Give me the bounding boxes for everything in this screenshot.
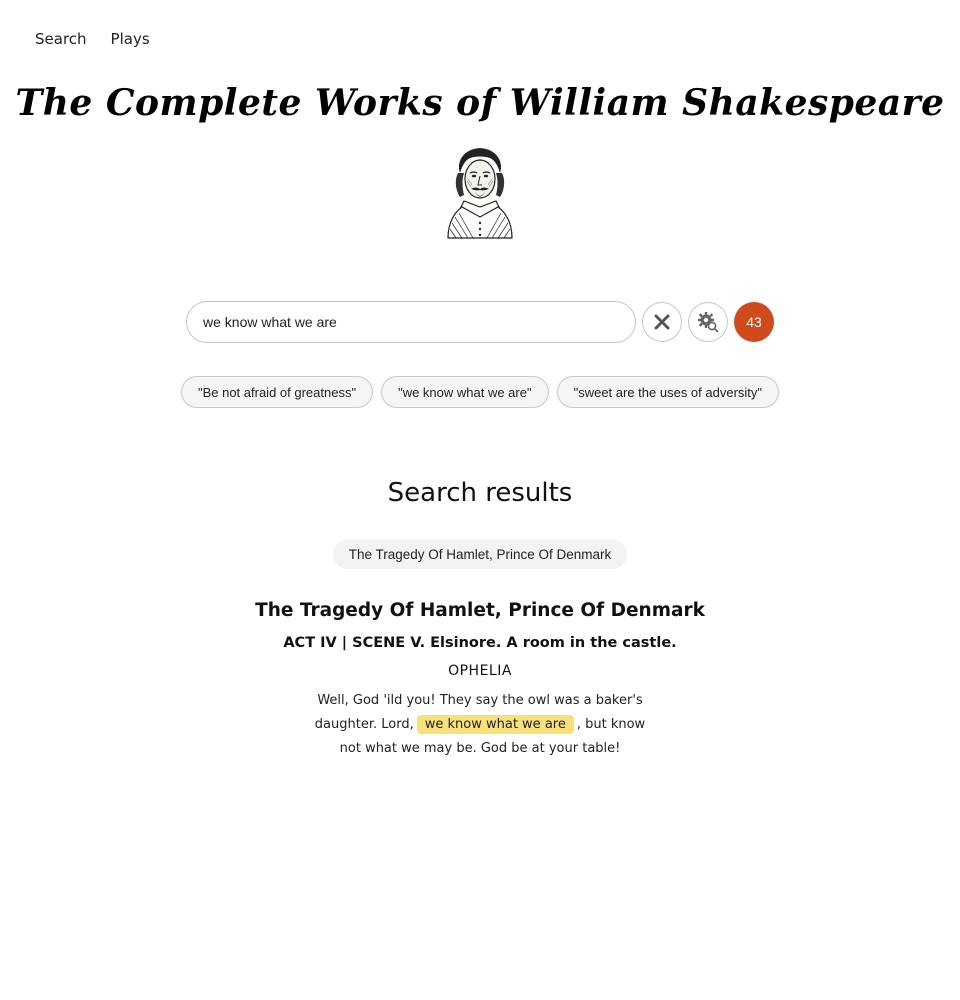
suggestion-chip[interactable]: "we know what we are" bbox=[381, 376, 549, 408]
search-settings-icon bbox=[698, 312, 719, 333]
nav-search-link[interactable]: Search bbox=[35, 30, 87, 48]
result-quote: Well, God 'ild you! They say the owl was… bbox=[310, 689, 650, 761]
search-settings-button[interactable] bbox=[688, 302, 728, 342]
result-play-title: The Tragedy Of Hamlet, Prince Of Denmark bbox=[255, 600, 705, 621]
suggestion-chips: "Be not afraid of greatness" "we know wh… bbox=[0, 376, 960, 408]
suggestion-chip[interactable]: "Be not afraid of greatness" bbox=[180, 376, 374, 408]
top-nav: Search Plays bbox=[35, 30, 150, 48]
nav-plays-link[interactable]: Plays bbox=[111, 30, 150, 48]
search-bar: 43 bbox=[186, 301, 774, 343]
search-result: The Tragedy Of Hamlet, Prince Of Denmark… bbox=[0, 600, 960, 761]
play-filter-row: The Tragedy Of Hamlet, Prince Of Denmark bbox=[0, 539, 960, 569]
quote-highlight: we know what we are bbox=[416, 715, 574, 734]
search-input[interactable] bbox=[186, 301, 636, 343]
clear-search-button[interactable] bbox=[642, 302, 682, 342]
result-scene: ACT IV | SCENE V. Elsinore. A room in th… bbox=[283, 635, 677, 651]
result-speaker: OPHELIA bbox=[448, 663, 512, 679]
result-count-badge: 43 bbox=[734, 302, 774, 342]
site-title: The Complete Works of William Shakespear… bbox=[15, 82, 945, 124]
play-filter-chip[interactable]: The Tragedy Of Hamlet, Prince Of Denmark bbox=[332, 539, 628, 569]
page: Search Plays The Complete Works of Willi… bbox=[0, 0, 960, 1000]
results-heading: Search results bbox=[387, 478, 573, 508]
suggestion-chip[interactable]: "sweet are the uses of adversity" bbox=[556, 376, 780, 408]
close-icon bbox=[654, 314, 670, 330]
shakespeare-portrait bbox=[447, 148, 513, 239]
